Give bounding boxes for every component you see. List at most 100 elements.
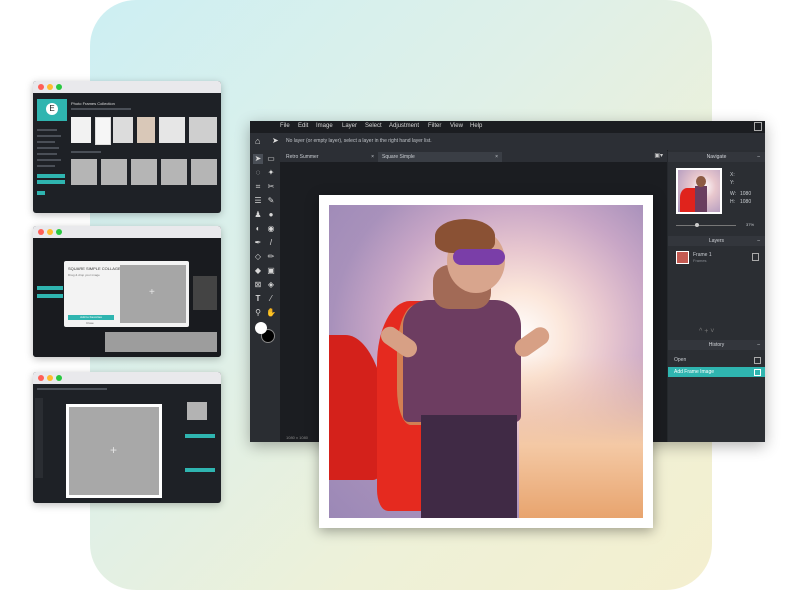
fill-tool-icon[interactable]: ◆ [253, 266, 263, 276]
menu-adjustment[interactable]: Adjustment [389, 123, 419, 129]
plus-icon: + [110, 443, 118, 457]
menu-view[interactable]: View [450, 123, 463, 129]
right-panel: Navigate – X: Y: W: 1080 H: 1080 37% Laye… [668, 150, 765, 442]
frame-tool-icon[interactable]: ⊠ [253, 280, 263, 290]
menu-filter[interactable]: Filter [428, 123, 441, 129]
minimize-dot-icon[interactable] [47, 375, 53, 381]
template-thumb[interactable] [113, 117, 133, 143]
layer-row[interactable]: Frame 1 Frames [670, 250, 763, 265]
magic-wand-icon[interactable]: ✦ [266, 168, 276, 178]
pen-tool-icon[interactable]: ✒ [253, 238, 263, 248]
tab-retro-summer[interactable]: Retro Summer × [282, 152, 378, 162]
close-dot-icon[interactable] [38, 375, 44, 381]
frame-template[interactable] [131, 159, 157, 185]
collage-placeholder[interactable]: + [120, 265, 186, 323]
photo-frame [319, 195, 653, 528]
layer-visibility-icon[interactable] [752, 253, 759, 261]
hand-tool-icon[interactable]: ✋ [266, 308, 276, 318]
menu-select[interactable]: Select [365, 123, 382, 129]
collage-dialog: SQUARE SIMPLE COLLAGE Drag & drop your i… [64, 261, 189, 327]
blur-tool-icon[interactable]: ◉ [266, 224, 276, 234]
frame-template[interactable] [161, 159, 187, 185]
tab-square-simple[interactable]: Square Simple × [378, 152, 502, 162]
add-favorites-button[interactable]: Add to Favorites [68, 315, 114, 320]
tab-label: Retro Summer [286, 154, 319, 160]
menu-edit[interactable]: Edit [298, 123, 308, 129]
history-item[interactable]: Open [668, 355, 765, 365]
crop-tool-icon[interactable]: ⌗ [253, 182, 263, 192]
history-item-active[interactable]: Add Frame Image [668, 367, 765, 377]
template-thumb[interactable] [189, 117, 217, 143]
collapse-icon[interactable]: – [757, 152, 760, 162]
dialog-close-link[interactable]: Close [86, 321, 94, 325]
zoom-slider[interactable] [676, 223, 736, 227]
shape-tool-icon[interactable]: ◈ [266, 280, 276, 290]
template-thumb[interactable] [95, 117, 111, 145]
window-titlebar [33, 226, 221, 238]
history-icon [754, 369, 761, 376]
home-icon[interactable]: ⌂ [255, 136, 260, 146]
marquee-tool-icon[interactable]: ▭ [266, 154, 276, 164]
template-thumb[interactable] [71, 117, 91, 143]
menu-layer[interactable]: Layer [342, 123, 357, 129]
document-tabs: Retro Summer × Square Simple × ▣▾ [280, 150, 667, 162]
menu-file[interactable]: File [280, 123, 290, 129]
navigate-title: Navigate [706, 154, 727, 160]
menu-help[interactable]: Help [470, 123, 482, 129]
collapse-icon[interactable]: – [757, 340, 760, 350]
zoom-tool-icon[interactable]: ⚲ [253, 308, 263, 318]
brush-tool-icon[interactable]: / [266, 238, 276, 248]
superhero-girl-photo[interactable] [329, 205, 643, 518]
move-tool-icon[interactable]: ➤ [272, 136, 279, 146]
menu-bar: File Edit Image Layer Select Adjustment … [250, 121, 765, 133]
close-dot-icon[interactable] [38, 84, 44, 90]
layer-actions-icon[interactable]: ^ + ˅ [699, 328, 714, 335]
close-tab-icon[interactable]: × [495, 152, 498, 162]
x-label: X: [730, 172, 735, 178]
drop-tool-icon[interactable]: ● [266, 210, 276, 220]
eyedropper-icon[interactable]: ✎ [266, 196, 276, 206]
template-thumb[interactable] [159, 117, 185, 143]
navigator-thumbnail[interactable] [676, 168, 722, 214]
close-tab-icon[interactable]: × [371, 152, 374, 162]
editor-preview-window: + [33, 372, 221, 503]
maximize-dot-icon[interactable] [56, 229, 62, 235]
picker-tool-icon[interactable]: ⁄ [266, 294, 276, 304]
minimize-dot-icon[interactable] [47, 229, 53, 235]
history-label: Add Frame Image [674, 369, 715, 375]
window-toggle-icon[interactable] [754, 122, 762, 131]
history-title: History [708, 342, 725, 348]
y-label: Y: [730, 180, 735, 186]
pencil-tool-icon[interactable]: ✏ [266, 252, 276, 262]
scissors-icon[interactable]: ✂ [266, 182, 276, 192]
maximize-dot-icon[interactable] [56, 375, 62, 381]
frame-template[interactable] [191, 159, 217, 185]
lasso-tool-icon[interactable]: ◌ [253, 168, 263, 178]
dialog-title: SQUARE SIMPLE COLLAGE [68, 266, 121, 271]
image-tool-icon[interactable]: ▣ [266, 266, 276, 276]
foreground-color-swatch[interactable] [255, 322, 267, 334]
frame-template[interactable] [101, 159, 127, 185]
zoom-slider-handle[interactable] [695, 223, 699, 227]
view-mode-icon[interactable]: ▣▾ [654, 152, 663, 159]
stamp-tool-icon[interactable]: ♟ [253, 210, 263, 220]
contrast-tool-icon[interactable]: ◐ [253, 224, 263, 234]
layer-sub: Frames [693, 258, 707, 263]
zoom-value: 37% [746, 222, 755, 227]
menu-image[interactable]: Image [316, 123, 333, 129]
collapse-icon[interactable]: – [757, 236, 760, 246]
gallery-title: Photo Frames Collection [71, 101, 115, 106]
history-panel-title: History – [668, 340, 765, 350]
text-tool-icon[interactable]: T [253, 294, 263, 304]
lines-tool-icon[interactable]: ☰ [253, 196, 263, 206]
pointer-tool-icon[interactable]: ➤ [253, 154, 263, 164]
tab-label: Square Simple [382, 154, 415, 160]
canvas-placeholder[interactable]: + [69, 407, 159, 495]
h-label: H: [730, 199, 735, 205]
close-dot-icon[interactable] [38, 229, 44, 235]
eraser-tool-icon[interactable]: ◇ [253, 252, 263, 262]
maximize-dot-icon[interactable] [56, 84, 62, 90]
template-thumb[interactable] [137, 117, 155, 143]
frame-template[interactable] [71, 159, 97, 185]
minimize-dot-icon[interactable] [47, 84, 53, 90]
